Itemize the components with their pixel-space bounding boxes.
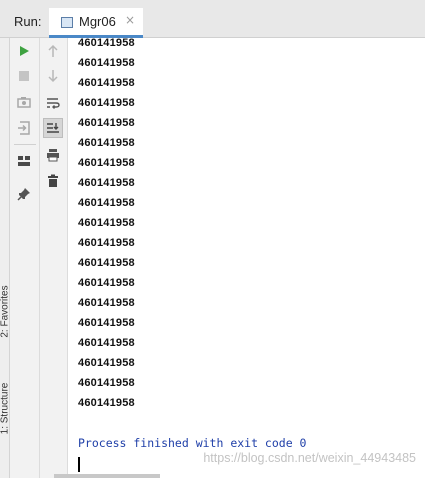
side-tool-strip: 2: Favorites 1: Structure xyxy=(0,38,11,478)
output-line: 460141958 xyxy=(78,77,135,89)
rerun-icon[interactable] xyxy=(14,41,34,61)
restore-layout-icon[interactable] xyxy=(14,118,34,138)
tab-title: Mgr06 xyxy=(79,14,116,29)
output-line: 460141958 xyxy=(78,97,135,109)
output-line: 460141958 xyxy=(78,357,135,369)
toolbar-divider xyxy=(14,144,36,145)
output-line: 460141958 xyxy=(78,277,135,289)
output-line: 460141958 xyxy=(78,257,135,269)
side-tab-favorites[interactable]: 2: Favorites xyxy=(0,279,11,345)
output-line: 460141958 xyxy=(78,337,135,349)
output-line: 460141958 xyxy=(78,37,135,49)
output-line: 460141958 xyxy=(78,397,135,409)
output-line: 460141958 xyxy=(78,317,135,329)
output-line: 460141958 xyxy=(78,297,135,309)
trash-icon[interactable] xyxy=(43,171,63,191)
watermark: https://blog.csdn.net/weixin_44943485 xyxy=(203,451,416,465)
camera-icon[interactable] xyxy=(14,92,34,112)
horizontal-scrollbar[interactable] xyxy=(54,474,160,478)
run-config-icon xyxy=(61,17,73,28)
run-label: Run: xyxy=(14,14,42,29)
soft-wrap-icon[interactable] xyxy=(43,93,63,113)
scroll-to-end-icon[interactable] xyxy=(43,118,63,138)
down-arrow-icon[interactable] xyxy=(43,66,63,86)
output-line: 460141958 xyxy=(78,197,135,209)
close-icon[interactable]: × xyxy=(125,13,135,27)
output-line: 460141958 xyxy=(78,237,135,249)
console-output[interactable]: 460141958 460141958 460141958 460141958 4601… xyxy=(68,37,425,478)
output-line: 460141958 xyxy=(78,137,135,149)
text-caret xyxy=(78,457,80,472)
run-toolbar-left xyxy=(10,38,40,478)
print-icon[interactable] xyxy=(43,145,63,165)
up-arrow-icon[interactable] xyxy=(43,41,63,61)
side-tab-structure[interactable]: 1: Structure xyxy=(0,376,11,442)
output-line: 460141958 xyxy=(78,57,135,69)
layout-icon[interactable] xyxy=(14,151,34,171)
output-line: 460141958 xyxy=(78,377,135,389)
tab-mgr06[interactable]: Mgr06 × xyxy=(49,8,143,38)
output-line: 460141958 xyxy=(78,157,135,169)
output-line: 460141958 xyxy=(78,117,135,129)
pin-icon[interactable] xyxy=(14,184,34,204)
output-line: 460141958 xyxy=(78,177,135,189)
exit-message: Process finished with exit code 0 xyxy=(78,436,307,450)
stop-icon[interactable] xyxy=(14,66,34,86)
run-toolbar-right xyxy=(40,38,68,478)
output-line: 460141958 xyxy=(78,217,135,229)
run-tool-window-header: Run: Mgr06 × xyxy=(0,0,425,38)
